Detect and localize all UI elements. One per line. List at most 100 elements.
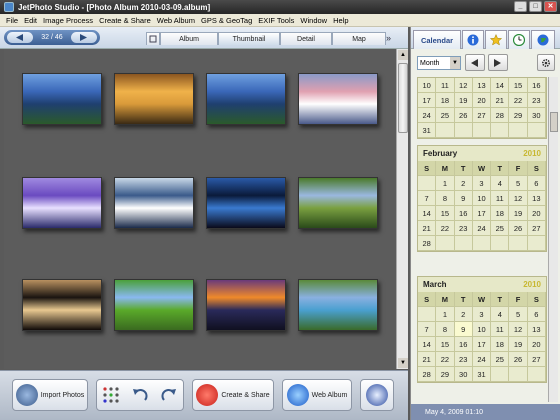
maximize-button[interactable]: □ [529,1,542,12]
calendar-day[interactable]: 26 [454,108,473,123]
calendar-day[interactable]: 17 [418,93,437,108]
browser-button[interactable] [360,379,394,411]
calendar-settings-button[interactable] [537,54,555,71]
calendar-day[interactable]: 10 [472,191,492,206]
close-button[interactable]: ✕ [544,1,557,12]
tab-favorites[interactable] [485,30,507,49]
calendar-day[interactable]: 28 [491,108,510,123]
calendar-day[interactable]: 9 [454,322,473,337]
import-photos-button[interactable]: Import Photos [12,379,88,411]
calendar-day[interactable]: 17 [472,337,492,352]
calendar-day[interactable]: 12 [454,78,473,93]
menu-edit[interactable]: Edit [21,16,40,25]
calendar-day[interactable]: 5 [509,307,528,322]
tab-map[interactable]: Map [332,32,386,45]
calendar-day[interactable]: 27 [472,108,492,123]
prev-month-button[interactable] [465,54,485,71]
calendar-day[interactable]: 24 [472,221,492,236]
calendar-day[interactable]: 27 [527,221,546,236]
calendar-day[interactable]: 3 [472,176,492,191]
calendar-day[interactable]: 2 [454,307,473,322]
calendar-day[interactable]: 19 [509,337,528,352]
calendar-day[interactable]: 18 [436,93,455,108]
calendar-day[interactable]: 30 [454,367,473,382]
calendar-day[interactable]: 21 [491,93,510,108]
calendar-day[interactable]: 7 [418,322,437,337]
calendar-day[interactable]: 5 [509,176,528,191]
calendar-day[interactable]: 19 [454,93,473,108]
calendar-day[interactable]: 21 [418,221,437,236]
calendar-day[interactable]: 15 [436,206,455,221]
tab-clock[interactable] [508,30,530,49]
calendar-day[interactable]: 25 [491,221,510,236]
rotate-left-icon[interactable] [131,386,149,404]
tab-calendar[interactable]: Calendar [413,30,461,49]
calendar-day[interactable]: 8 [436,322,455,337]
photo-thumbnail-meadow-tree[interactable] [114,279,194,331]
calendar-day[interactable]: 9 [454,191,473,206]
calendar-day[interactable]: 18 [491,206,510,221]
photo-thumbnail-autumn-leaf[interactable] [22,279,102,331]
calendar-day[interactable]: 2 [454,176,473,191]
view-mode-select[interactable]: Month ▼ [417,56,461,70]
create-share-button[interactable]: Create & Share [192,379,274,411]
scroll-up-icon[interactable]: ▲ [398,50,408,60]
menu-help[interactable]: Help [330,16,351,25]
menu-window[interactable]: Window [297,16,330,25]
calendar-day[interactable]: 26 [509,221,528,236]
menu-exif-tools[interactable]: EXIF Tools [255,16,297,25]
calendar-day[interactable]: 13 [527,322,546,337]
calendar-day[interactable]: 23 [527,93,546,108]
calendar-day[interactable]: 28 [418,367,437,382]
grid-scrollbar[interactable]: ▲ ▼ [396,49,408,369]
calendar-day[interactable]: 16 [454,206,473,221]
calendar-day[interactable]: 12 [509,191,528,206]
calendar-day[interactable]: 28 [418,236,437,251]
photo-thumbnail-purple-mountains[interactable] [22,177,102,229]
calendar-day[interactable]: 25 [436,108,455,123]
photo-thumbnail-mountain-dusk[interactable] [298,73,378,125]
calendar-day[interactable]: 11 [436,78,455,93]
tab-thumbnail[interactable]: Thumbnail [218,32,280,45]
calendar-day[interactable]: 1 [436,176,455,191]
web-album-button[interactable]: Web Album [282,379,352,411]
calendar-day[interactable]: 18 [491,337,510,352]
calendar-day[interactable]: 22 [436,221,455,236]
calendar-day[interactable]: 29 [509,108,528,123]
calendar-day[interactable]: 21 [418,352,437,367]
menu-gps-geotag[interactable]: GPS & GeoTag [198,16,255,25]
calendar-day[interactable]: 14 [418,337,437,352]
calendar-day[interactable]: 24 [418,108,437,123]
calendar-day[interactable]: 4 [491,176,510,191]
tab-list-toggle[interactable] [146,32,160,45]
tab-globe[interactable] [531,30,555,49]
scroll-down-icon[interactable]: ▼ [398,358,408,368]
calendar-day[interactable]: 11 [491,191,510,206]
calendar-day[interactable]: 15 [509,78,528,93]
calendar-day[interactable]: 7 [418,191,437,206]
calendar-day[interactable]: 20 [527,337,546,352]
calendar-day[interactable]: 14 [491,78,510,93]
calendar-day[interactable]: 25 [491,352,510,367]
next-month-button[interactable] [488,54,508,71]
calendar-day[interactable]: 13 [527,191,546,206]
tab-info[interactable] [462,30,484,49]
calendar-day[interactable]: 30 [527,108,546,123]
tab-album[interactable]: Album [160,32,218,45]
calendar-day[interactable]: 31 [472,367,492,382]
calendar-day[interactable]: 6 [527,307,546,322]
next-button[interactable] [70,32,97,43]
photo-thumbnail-orange-sunset[interactable] [206,279,286,331]
calendar-day[interactable]: 31 [418,123,437,138]
calendar-day[interactable]: 26 [509,352,528,367]
photo-thumbnail-night-sea[interactable] [206,177,286,229]
calendar-day[interactable]: 16 [527,78,546,93]
calendar-day[interactable]: 23 [454,221,473,236]
calendar-day[interactable]: 13 [472,78,492,93]
calendar-day[interactable]: 16 [454,337,473,352]
calendar-day[interactable]: 10 [472,322,492,337]
calendar-day[interactable]: 22 [436,352,455,367]
calendar-day[interactable]: 29 [436,367,455,382]
photo-thumbnail-sunset-waves[interactable] [114,73,194,125]
calendar-day[interactable]: 19 [509,206,528,221]
